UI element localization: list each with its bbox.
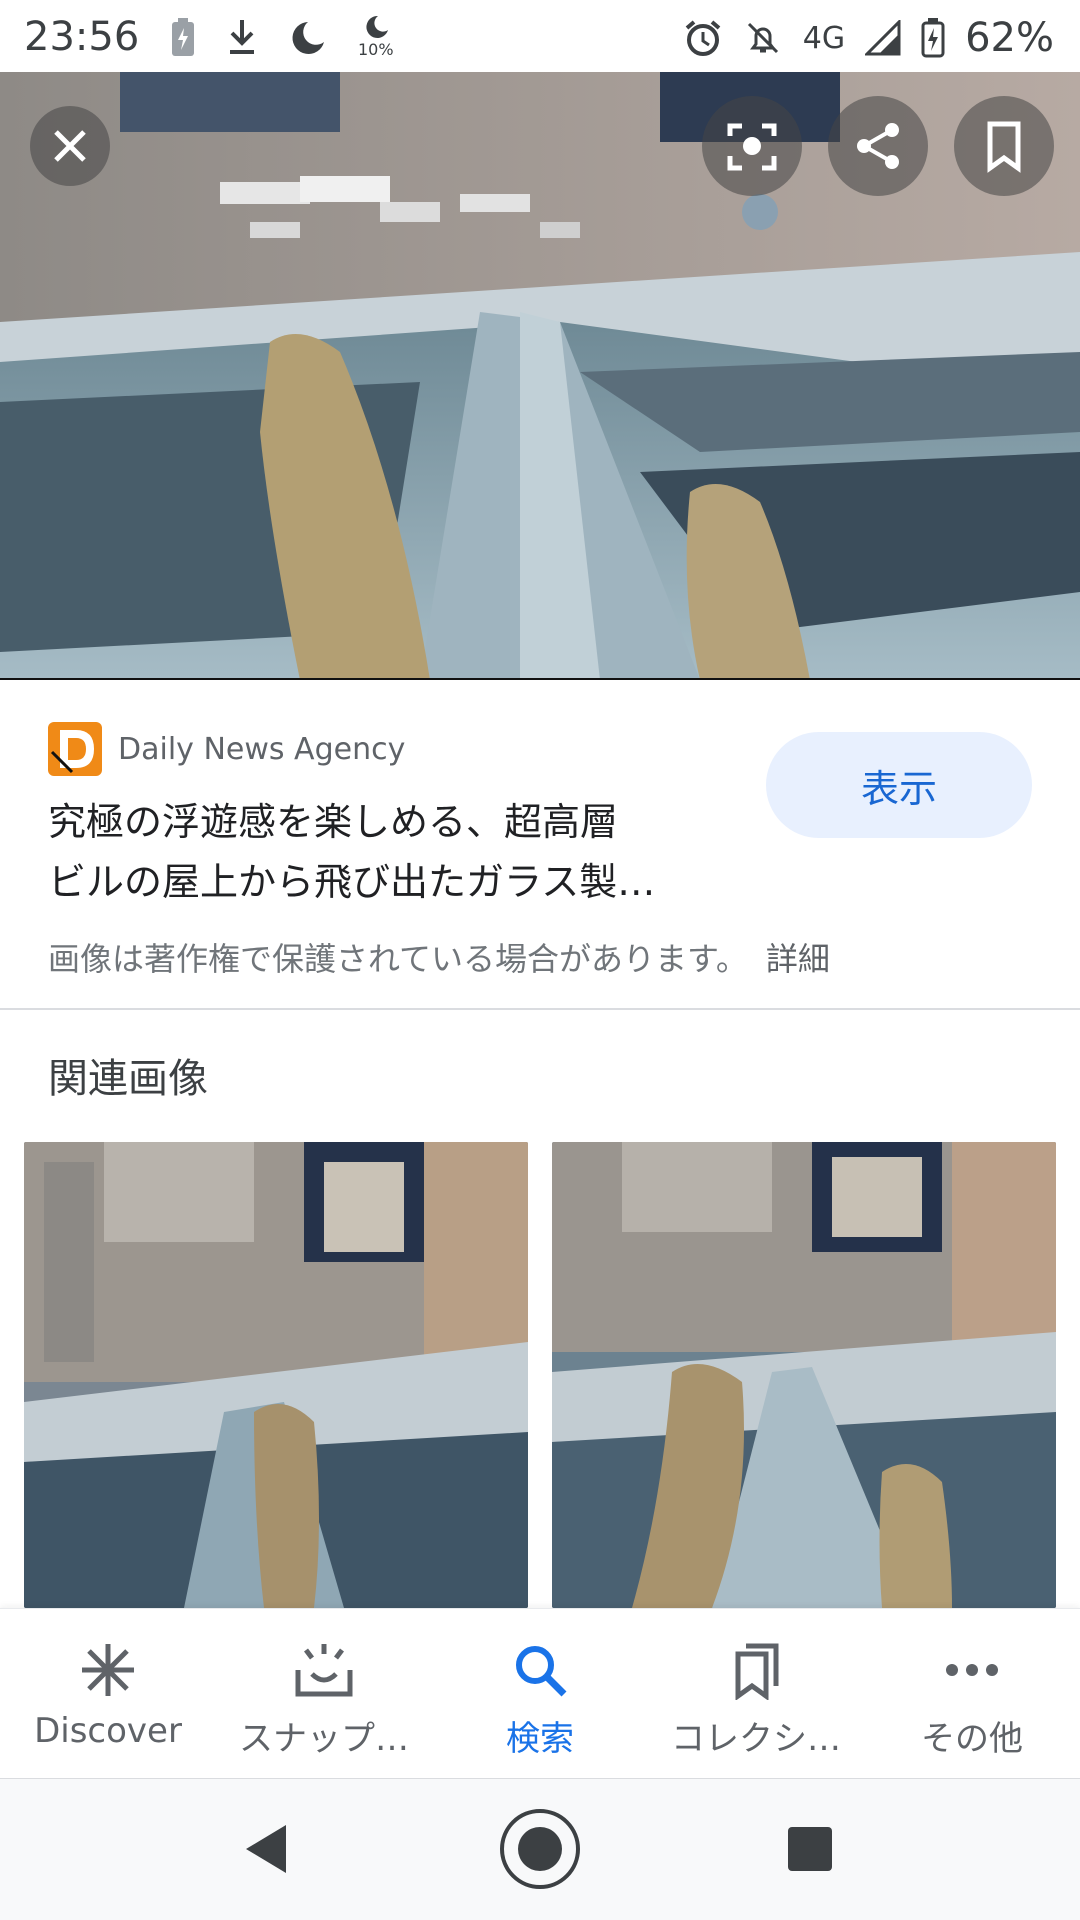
related-image-photo <box>24 1142 528 1608</box>
snapshot-icon-wrap <box>289 1637 359 1703</box>
source-logo-icon <box>48 722 102 776</box>
network-type: 4G <box>802 20 846 56</box>
related-image[interactable] <box>552 1142 1056 1608</box>
nav-discover-label: Discover <box>34 1711 182 1751</box>
copyright-notice: 画像は著作権で保護されている場合があります。 詳細 <box>48 934 830 980</box>
recents-icon[interactable] <box>786 1825 834 1873</box>
nav-discover[interactable]: Discover <box>0 1609 216 1779</box>
main-image[interactable] <box>0 72 1080 680</box>
close-icon <box>54 130 86 162</box>
bottom-navigation: Discover スナップ… 検索 コレクシ… その他 <box>0 1608 1080 1778</box>
alarm-icon <box>685 20 721 56</box>
related-image-photo <box>552 1142 1056 1608</box>
lens-button[interactable] <box>702 96 802 196</box>
nav-snapshot-label: スナップ… <box>239 1719 409 1759</box>
battery-charging-icon <box>921 18 945 58</box>
bookmark-icon <box>987 121 1021 173</box>
nav-search[interactable]: 検索 <box>432 1609 648 1779</box>
result-title[interactable]: 究極の浮遊感を楽しめる、超高層 ビルの屋上から飛び出たガラス製… <box>48 792 728 912</box>
source-row[interactable]: Daily News Agency <box>48 722 405 776</box>
detail-link[interactable]: 詳細 <box>766 940 830 978</box>
back-icon[interactable] <box>242 1823 290 1875</box>
home-icon[interactable] <box>498 1807 582 1891</box>
do-not-disturb-indicator: 10% <box>358 14 398 62</box>
result-title-line-1: 究極の浮遊感を楽しめる、超高層 <box>48 800 619 844</box>
snapshot-icon <box>295 1644 353 1697</box>
share-icon <box>857 123 899 169</box>
status-bar: 23:56 10% 4G 62% <box>0 0 1080 72</box>
share-button[interactable] <box>828 96 928 196</box>
related-images-grid <box>24 1142 1056 1608</box>
nav-collections-label: コレクシ… <box>671 1719 841 1759</box>
moon-icon <box>366 15 388 38</box>
related-images-heading: 関連画像 <box>48 1056 208 1102</box>
search-icon <box>516 1646 567 1697</box>
nav-collections[interactable]: コレクシ… <box>648 1609 864 1779</box>
nav-snapshot[interactable]: スナップ… <box>216 1609 432 1779</box>
lens-icon <box>727 123 777 171</box>
notifications-off-icon <box>747 22 778 54</box>
nav-more-label: その他 <box>921 1719 1023 1759</box>
source-name: Daily News Agency <box>118 731 406 767</box>
close-button[interactable] <box>30 106 110 186</box>
view-button[interactable]: 表示 <box>766 732 1032 838</box>
battery-saver-icon <box>172 18 194 56</box>
status-notification-icons: 10% <box>170 14 398 62</box>
discover-icon <box>82 1644 134 1696</box>
section-divider <box>0 1008 1080 1010</box>
search-icon-wrap <box>505 1637 575 1703</box>
result-title-line-2: ビルの屋上から飛び出たガラス製… <box>48 860 656 904</box>
download-icon <box>230 20 254 54</box>
collections-icon <box>735 1643 779 1700</box>
more-icon <box>946 1664 998 1676</box>
related-image[interactable] <box>24 1142 528 1608</box>
dnd-percentage: 10% <box>358 40 394 59</box>
collections-icon-wrap <box>721 1637 791 1703</box>
signal-icon <box>865 20 901 56</box>
more-icon-wrap <box>937 1637 1007 1703</box>
battery-percentage: 62% <box>965 15 1054 61</box>
status-system-icons: 4G 62% <box>683 14 1054 62</box>
save-button[interactable] <box>954 96 1054 196</box>
nav-more[interactable]: その他 <box>864 1609 1080 1779</box>
status-time: 23:56 <box>24 14 140 60</box>
night-mode-icon <box>292 22 324 54</box>
copyright-text: 画像は著作権で保護されている場合があります。 <box>48 940 748 978</box>
system-navigation-bar <box>0 1778 1080 1920</box>
discover-icon-wrap <box>73 1637 143 1703</box>
nav-search-label: 検索 <box>506 1719 574 1759</box>
